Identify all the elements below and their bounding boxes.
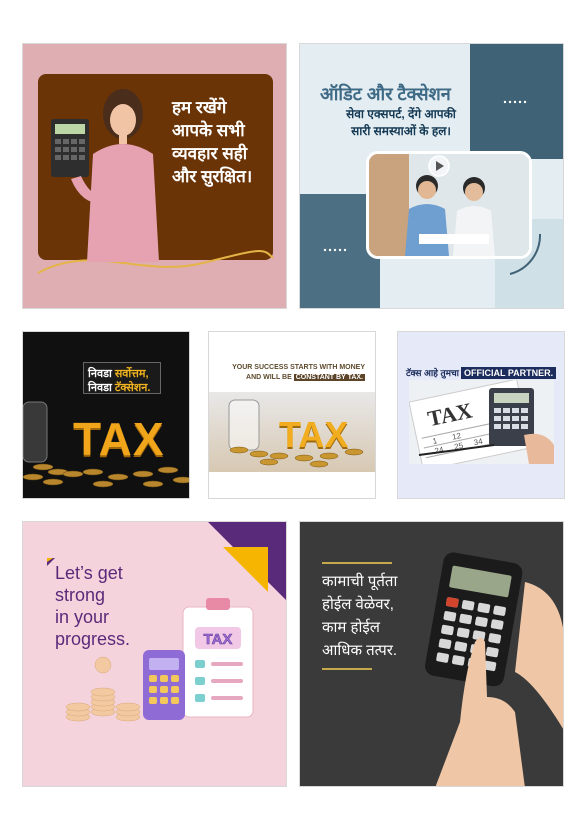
tile2-title: ऑडिट और टैक्सेशन xyxy=(320,84,451,104)
tax-3d-text: TAX xyxy=(73,413,165,465)
play-icon[interactable] xyxy=(427,154,451,178)
post-tile-4[interactable]: YOUR SUCCESS STARTS WITH MONEY AND WILL … xyxy=(208,331,376,499)
tile6-headline: Let’s get strong in your progress. xyxy=(55,563,131,649)
tile5-headline: टॅक्स आहे तुमचा OFFICIAL PARTNER. xyxy=(406,366,557,379)
woman-with-calculator-illustration xyxy=(51,89,159,262)
clipboard-tax-word: TAX xyxy=(204,631,233,648)
post-tile-3[interactable]: निवडा सर्वोत्तम, निवडा टॅक्सेशन. TAX xyxy=(22,331,190,499)
gold-rule-bottom xyxy=(322,668,372,670)
tile1-headline: हम रखेंगे आपके सभी व्यवहार सही और सुरक्ष… xyxy=(172,98,253,186)
post-tile-7[interactable]: कामाची पूर्तता होईल वेळेवर, काम होईल आधि… xyxy=(299,521,564,787)
post-tile-2[interactable]: ऑडिट और टैक्सेशन सेवा एक्सपर्ट, देंगे आप… xyxy=(299,43,564,309)
post-tile-5[interactable]: टॅक्स आहे तुमचा OFFICIAL PARTNER. TAX 1 1… xyxy=(397,331,565,499)
tile2-subtitle: सेवा एक्सपर्ट, देंगे आपकी सारी समस्याओं … xyxy=(346,107,456,138)
tax-3d-text: TAX xyxy=(279,414,349,455)
gold-rule-top xyxy=(322,562,392,564)
tax-form-photo: TAX 1 12 24 25 34 32 xyxy=(409,380,554,464)
post-tile-1[interactable]: हम रखेंगे आपके सभी व्यवहार सही और सुरक्ष… xyxy=(22,43,287,309)
hand-with-calculator-illustration xyxy=(425,552,563,786)
post-tile-6[interactable]: TAX Let’s get strong in your progress. xyxy=(22,521,287,787)
